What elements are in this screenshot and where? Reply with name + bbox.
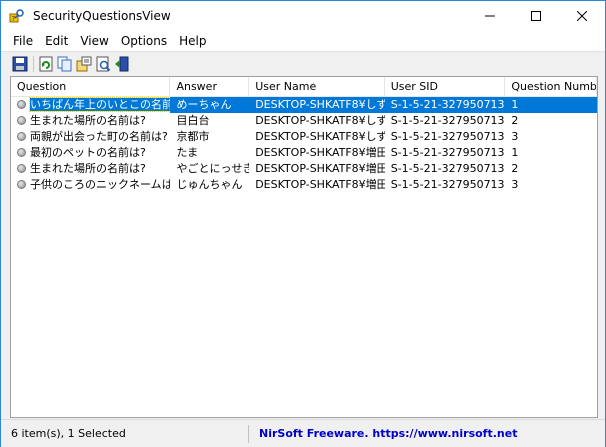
cell-question-number: 2	[511, 114, 519, 127]
report-button[interactable]	[94, 55, 112, 73]
minimize-icon	[485, 15, 495, 17]
table-row[interactable]: 生まれた場所の名前は? 目白台 DESKTOP-SHKATF8¥しずこ S-1-…	[11, 113, 597, 129]
refresh-button[interactable]	[37, 55, 55, 73]
questions-list[interactable]: Question Answer User Name / User SID Que…	[10, 76, 598, 418]
question-text: 両親が出会った町の名前は?	[30, 130, 168, 143]
cell-user-sid: S-1-5-21-3279507131-42...	[390, 162, 506, 175]
maximize-button[interactable]	[513, 1, 559, 31]
copy-button[interactable]	[56, 55, 74, 73]
exit-button[interactable]	[113, 55, 131, 73]
question-text: いちばん年上のいとこの名前は?	[29, 97, 171, 112]
cell-answer: 目白台	[176, 114, 210, 127]
save-icon	[12, 56, 28, 71]
cell-question: 両親が出会った町の名前は?	[11, 129, 170, 145]
row-bullet-icon	[17, 115, 26, 125]
nirsoft-link[interactable]: NirSoft Freeware. https://www.nirsoft.ne…	[249, 427, 517, 440]
column-header-question[interactable]: Question	[11, 77, 171, 97]
cell-question: 子供のころのニックネームは?	[11, 177, 170, 193]
cell-user-sid: S-1-5-21-3279507131-42...	[390, 130, 506, 143]
cell-question: 生まれた場所の名前は?	[11, 113, 170, 129]
row-bullet-icon	[17, 179, 26, 189]
save-button[interactable]	[11, 55, 29, 73]
column-header-user-name-label: User Name	[255, 80, 317, 93]
cell-question: 最初のペットの名前は?	[11, 145, 170, 161]
menu-options[interactable]: Options	[115, 31, 173, 51]
table-row[interactable]: 最初のペットの名前は? たま DESKTOP-SHKATF8¥増田順子 S-1-…	[11, 145, 597, 161]
maximize-icon	[531, 11, 541, 21]
row-bullet-icon	[17, 147, 26, 157]
row-bullet-icon	[17, 163, 26, 173]
question-text: 生まれた場所の名前は?	[30, 114, 146, 127]
table-row[interactable]: 子供のころのニックネームは? じゅんちゃん DESKTOP-SHKATF8¥増田…	[11, 177, 597, 193]
question-text: 生まれた場所の名前は?	[30, 162, 146, 175]
row-bullet-icon	[17, 131, 26, 141]
cell-user-name: DESKTOP-SHKATF8¥しずこ	[255, 130, 385, 143]
table-row[interactable]: 両親が出会った町の名前は? 京都市 DESKTOP-SHKATF8¥しずこ S-…	[11, 129, 597, 145]
cell-user-sid: S-1-5-21-3279507131-42...	[390, 114, 506, 127]
app-window: ? SecurityQuestionsView File Edit View O…	[0, 0, 606, 447]
cell-answer: じゅんちゃん	[176, 178, 243, 191]
status-bar: 6 item(s), 1 Selected NirSoft Freeware. …	[1, 419, 605, 447]
menu-help[interactable]: Help	[173, 31, 212, 51]
cell-user-name: DESKTOP-SHKATF8¥しずこ	[255, 114, 385, 127]
cell-question-number: 1	[505, 97, 597, 113]
cell-question-number: 2	[511, 162, 519, 175]
list-header: Question Answer User Name / User SID Que…	[11, 77, 597, 97]
properties-icon	[76, 56, 92, 71]
column-header-user-sid[interactable]: User SID	[385, 77, 506, 97]
cell-user-name: DESKTOP-SHKATF8¥増田順子	[255, 146, 385, 159]
table-row[interactable]: いちばん年上のいとこの名前は? めーちゃん DESKTOP-SHKATF8¥しず…	[11, 97, 597, 113]
question-text: 子供のころのニックネームは?	[30, 178, 171, 191]
cell-user-name: DESKTOP-SHKATF8¥増田順子	[255, 162, 385, 175]
report-icon	[96, 56, 111, 71]
cell-user-name: DESKTOP-SHKATF8¥増田順子	[255, 178, 385, 191]
status-item-count: 6 item(s), 1 Selected	[1, 424, 249, 443]
menu-bar: File Edit View Options Help	[1, 31, 605, 51]
cell-answer: 京都市	[176, 130, 210, 143]
menu-file[interactable]: File	[1, 31, 39, 51]
cell-answer: めーちゃん	[170, 97, 250, 113]
row-bullet-icon	[17, 99, 26, 109]
cell-question-number: 3	[511, 178, 519, 191]
cell-answer: たま	[176, 146, 199, 159]
cell-user-name: DESKTOP-SHKATF8¥しずこ	[249, 97, 385, 113]
app-key-icon: ?	[9, 8, 25, 24]
title-bar[interactable]: ? SecurityQuestionsView	[1, 1, 605, 31]
toolbar-separator	[33, 55, 34, 72]
cell-user-sid: S-1-5-21-3279507131-42...	[384, 97, 506, 113]
question-text: 最初のペットの名前は?	[30, 146, 146, 159]
column-header-question-number[interactable]: Question Number	[505, 77, 597, 97]
sort-indicator-icon: /	[311, 82, 314, 91]
toolbar	[1, 51, 605, 75]
close-icon	[577, 11, 587, 21]
column-header-user-name[interactable]: User Name /	[249, 77, 385, 97]
cell-question: いちばん年上のいとこの名前は?	[11, 97, 171, 113]
cell-question-number: 1	[511, 146, 519, 159]
minimize-button[interactable]	[467, 1, 513, 31]
cell-answer: やごとにっせき	[176, 162, 250, 175]
table-row[interactable]: 生まれた場所の名前は? やごとにっせき DESKTOP-SHKATF8¥増田順子…	[11, 161, 597, 177]
close-button[interactable]	[559, 1, 605, 31]
menu-view[interactable]: View	[74, 31, 114, 51]
properties-button[interactable]	[75, 55, 93, 73]
window-title: SecurityQuestionsView	[33, 9, 171, 23]
column-header-answer[interactable]: Answer	[170, 77, 250, 97]
svg-text:?: ?	[12, 15, 16, 23]
cell-question-number: 3	[511, 130, 519, 143]
cell-user-sid: S-1-5-21-3279507131-42...	[390, 178, 506, 191]
exit-icon	[115, 56, 129, 71]
cell-question: 生まれた場所の名前は?	[11, 161, 170, 177]
copy-icon	[57, 56, 72, 71]
menu-edit[interactable]: Edit	[39, 31, 74, 51]
refresh-icon	[39, 56, 53, 71]
cell-user-sid: S-1-5-21-3279507131-42...	[390, 146, 506, 159]
